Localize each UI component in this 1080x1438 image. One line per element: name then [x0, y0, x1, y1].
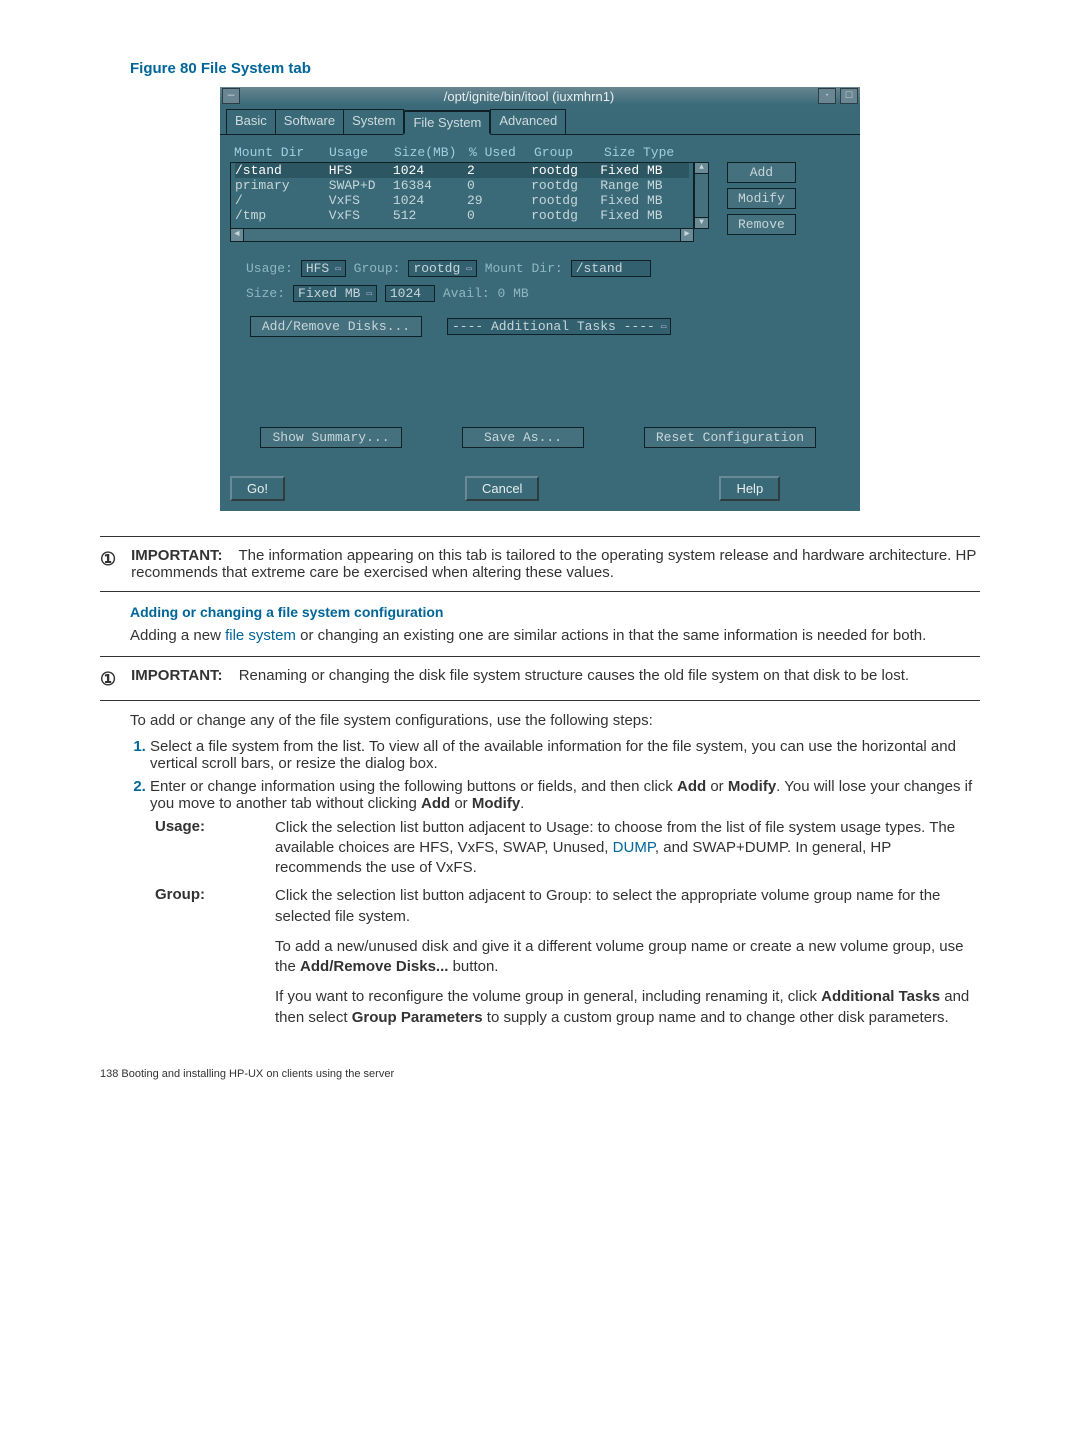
- reset-button[interactable]: Reset Configuration: [644, 427, 816, 448]
- important-note-2: ① IMPORTANT: Renaming or changing the di…: [100, 667, 980, 690]
- show-summary-button[interactable]: Show Summary...: [260, 427, 402, 448]
- minimize-icon[interactable]: ·: [818, 88, 836, 104]
- save-as-button[interactable]: Save As...: [462, 427, 584, 448]
- help-button[interactable]: Help: [719, 476, 780, 501]
- go-button[interactable]: Go!: [230, 476, 285, 501]
- paragraph: Adding a new file system or changing an …: [130, 626, 980, 646]
- paragraph: To add or change any of the file system …: [130, 711, 980, 731]
- col-pct-used: % Used: [469, 145, 534, 160]
- step-2: Enter or change information using the fo…: [150, 778, 980, 812]
- cancel-button[interactable]: Cancel: [465, 476, 539, 501]
- avail-label: Avail: 0 MB: [443, 286, 529, 301]
- def-group-label: Group:: [155, 886, 275, 1028]
- panel: Mount Dir Usage Size(MB) % Used Group Si…: [220, 134, 860, 470]
- mid-buttons: Add/Remove Disks... ---- Additional Task…: [250, 316, 850, 337]
- table-row[interactable]: / VxFS 1024 29 rootdg Fixed MB: [231, 193, 693, 208]
- scroll-left-icon[interactable]: ◄: [231, 229, 244, 241]
- usage-label: Usage:: [246, 261, 293, 276]
- col-mount-dir: Mount Dir: [234, 145, 329, 160]
- tab-software[interactable]: Software: [275, 109, 344, 134]
- important-text: Renaming or changing the disk file syste…: [239, 667, 909, 684]
- tablist: Basic Software System File System Advanc…: [220, 105, 860, 134]
- table-row[interactable]: /tmp VxFS 512 0 rootdg Fixed MB: [231, 208, 693, 223]
- important-text: The information appearing on this tab is…: [131, 547, 976, 581]
- side-button-column: Add Modify Remove: [727, 162, 796, 242]
- scroll-up-icon[interactable]: ▲: [695, 163, 708, 174]
- horizontal-scrollbar[interactable]: ◄ ►: [230, 229, 694, 242]
- tab-basic[interactable]: Basic: [226, 109, 276, 134]
- add-remove-disks-button[interactable]: Add/Remove Disks...: [250, 316, 422, 337]
- important-icon: ①: [100, 669, 116, 690]
- scroll-down-icon[interactable]: ▼: [695, 217, 708, 228]
- important-label: IMPORTANT:: [131, 547, 222, 564]
- lower-buttons: Show Summary... Save As... Reset Configu…: [260, 427, 850, 448]
- chevron-down-icon: ▭: [661, 322, 666, 332]
- form-row-1: Usage: HFS ▭ Group: rootdg ▭ Mount Dir: …: [246, 260, 850, 277]
- additional-tasks-dropdown[interactable]: ---- Additional Tasks ---- ▭: [447, 318, 671, 335]
- bottom-bar: Go! Cancel Help: [220, 470, 860, 511]
- add-button[interactable]: Add: [727, 162, 796, 183]
- maximize-icon[interactable]: □: [840, 88, 858, 104]
- tab-advanced[interactable]: Advanced: [490, 109, 566, 134]
- subheading-adding: Adding or changing a file system configu…: [130, 604, 980, 620]
- chevron-down-icon: ▭: [366, 289, 371, 299]
- modify-button[interactable]: Modify: [727, 188, 796, 209]
- scroll-right-icon[interactable]: ►: [680, 229, 693, 241]
- remove-button[interactable]: Remove: [727, 214, 796, 235]
- group-label: Group:: [354, 261, 401, 276]
- usage-dropdown[interactable]: HFS ▭: [301, 260, 346, 277]
- link-file-system[interactable]: file system: [225, 627, 296, 644]
- col-usage: Usage: [329, 145, 394, 160]
- def-usage-text: Click the selection list button adjacent…: [275, 818, 980, 879]
- size-input[interactable]: 1024: [385, 285, 435, 302]
- size-label: Size:: [246, 286, 285, 301]
- titlebar: — /opt/ignite/bin/itool (iuxmhrn1) · □: [220, 87, 860, 105]
- vertical-scrollbar[interactable]: ▲ ▼: [694, 162, 709, 229]
- table-header: Mount Dir Usage Size(MB) % Used Group Si…: [234, 145, 850, 160]
- mount-label: Mount Dir:: [485, 261, 563, 276]
- important-label: IMPORTANT:: [131, 667, 222, 684]
- step-1: Select a file system from the list. To v…: [150, 738, 980, 772]
- size-type-dropdown[interactable]: Fixed MB ▭: [293, 285, 377, 302]
- tab-system[interactable]: System: [343, 109, 404, 134]
- group-dropdown[interactable]: rootdg ▭: [408, 260, 476, 277]
- window-title: /opt/ignite/bin/itool (iuxmhrn1): [242, 89, 816, 104]
- itool-window: — /opt/ignite/bin/itool (iuxmhrn1) · □ B…: [220, 87, 860, 511]
- window-menu-icon[interactable]: —: [222, 88, 240, 104]
- page-footer: 138 Booting and installing HP-UX on clie…: [100, 1068, 980, 1080]
- def-group-text: Click the selection list button adjacent…: [275, 886, 980, 1028]
- mount-dir-input[interactable]: /stand: [571, 260, 651, 277]
- col-size-type: Size Type: [604, 145, 694, 160]
- steps-list: Select a file system from the list. To v…: [130, 738, 980, 812]
- link-dump[interactable]: DUMP: [613, 839, 655, 856]
- form-row-2: Size: Fixed MB ▭ 1024 Avail: 0 MB: [246, 285, 850, 302]
- fs-table: /stand HFS 1024 2 rootdg Fixed MB primar…: [230, 162, 694, 229]
- figure-caption: Figure 80 File System tab: [130, 60, 980, 77]
- table-row[interactable]: /stand HFS 1024 2 rootdg Fixed MB: [231, 163, 693, 178]
- important-icon: ①: [100, 549, 116, 581]
- important-note-1: ① IMPORTANT: The information appearing o…: [100, 547, 980, 581]
- table-row[interactable]: primary SWAP+D 16384 0 rootdg Range MB: [231, 178, 693, 193]
- definition-table: Usage: Click the selection list button a…: [155, 818, 980, 1028]
- tab-file-system[interactable]: File System: [403, 110, 491, 135]
- col-size: Size(MB): [394, 145, 469, 160]
- chevron-down-icon: ▭: [466, 264, 471, 274]
- def-usage-label: Usage:: [155, 818, 275, 879]
- chevron-down-icon: ▭: [335, 264, 340, 274]
- col-group: Group: [534, 145, 604, 160]
